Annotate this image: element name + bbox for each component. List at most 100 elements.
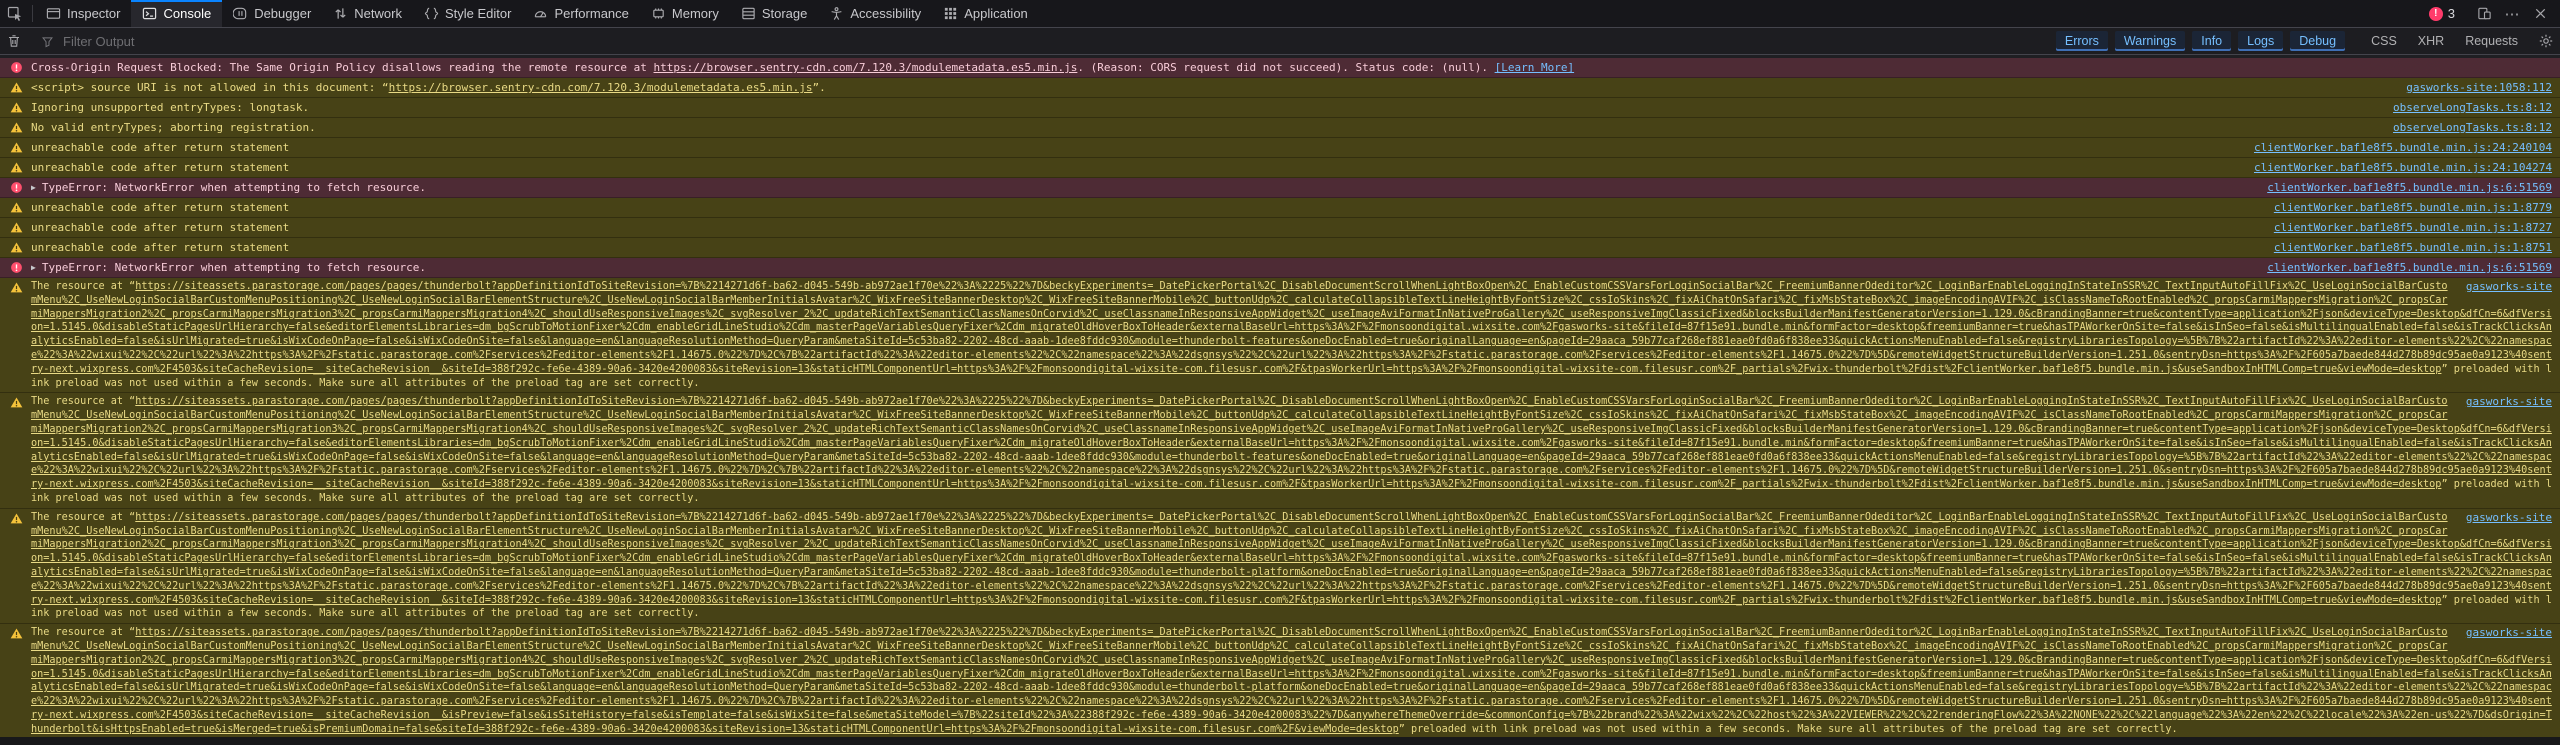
message-text-part: The resource at “	[31, 281, 136, 292]
filter-button-info[interactable]: Info	[2192, 31, 2232, 51]
clear-console-button[interactable]	[0, 33, 28, 49]
message-url-link[interactable]: https://siteassets.parastorage.com/pages…	[31, 512, 2552, 606]
console-settings-button[interactable]	[2532, 33, 2560, 49]
message-text-part: unreachable code after return statement	[31, 241, 290, 254]
console-message-warning: Ignoring unsupported entryTypes: longtas…	[0, 98, 2560, 118]
error-icon	[10, 61, 23, 74]
warning-icon	[10, 627, 23, 640]
filter-button-logs[interactable]: Logs	[2238, 31, 2284, 51]
tab-console[interactable]: Console	[131, 0, 223, 27]
source-location-link[interactable]: clientWorker.baf1e8f5.bundle.min.js:6:51…	[2267, 260, 2552, 275]
application-icon	[943, 6, 958, 21]
message-text: TypeError: NetworkError when attempting …	[42, 260, 2249, 275]
warning-icon	[10, 161, 23, 174]
source-location-link[interactable]: clientWorker.baf1e8f5.bundle.min.js:1:87…	[2274, 240, 2552, 255]
source-location-link[interactable]: gasworks-site:1058:112	[2406, 80, 2552, 95]
close-devtools-button[interactable]	[2526, 6, 2554, 21]
console-message-warning: No valid entryTypes; aborting registrati…	[0, 118, 2560, 138]
source-location-link[interactable]: gasworks-site	[2466, 511, 2552, 525]
message-url-link[interactable]: https://browser.sentry-cdn.com/7.120.3/m…	[389, 81, 813, 94]
responsive-design-icon	[2477, 7, 2491, 20]
filter-output-input[interactable]	[61, 32, 2049, 50]
meatball-menu-icon: ⋯	[2504, 5, 2520, 23]
tab-application[interactable]: Application	[932, 0, 1039, 27]
console-message-error: Cross-Origin Request Blocked: The Same O…	[0, 58, 2560, 78]
message-text: TypeError: NetworkError when attempting …	[42, 180, 2249, 195]
filter-button-requests[interactable]: Requests	[2458, 31, 2525, 51]
filter-button-css[interactable]: CSS	[2364, 31, 2404, 51]
warning-icon	[10, 101, 23, 114]
network-icon	[333, 6, 348, 21]
tab-label: Application	[964, 6, 1028, 21]
message-url-link[interactable]: https://siteassets.parastorage.com/pages…	[31, 627, 2552, 735]
memory-icon	[651, 6, 666, 21]
meatball-menu-button[interactable]: ⋯	[2498, 5, 2526, 23]
close-icon	[2535, 8, 2545, 19]
source-location-link[interactable]: gasworks-site	[2466, 280, 2552, 294]
tab-network[interactable]: Network	[322, 0, 413, 27]
pick-element-button[interactable]	[0, 0, 30, 27]
message-text-part: The resource at “	[31, 396, 136, 408]
tab-accessibility[interactable]: Accessibility	[818, 0, 932, 27]
console-message-warning: unreachable code after return statement c…	[0, 218, 2560, 238]
tab-label: Style Editor	[444, 6, 512, 21]
tab-label: Console	[163, 6, 212, 21]
warning-icon	[10, 141, 23, 154]
tab-inspector[interactable]: Inspector	[35, 0, 131, 27]
console-message-warning: gasworks-site The resource at “https://si…	[0, 393, 2560, 509]
source-location-link[interactable]: clientWorker.baf1e8f5.bundle.min.js:1:87…	[2274, 200, 2552, 215]
tab-label: Storage	[761, 6, 808, 21]
filter-funnel-icon	[42, 36, 53, 47]
warning-icon	[10, 221, 23, 234]
tab-performance[interactable]: Performance	[522, 0, 639, 27]
expand-arrow-icon[interactable]: ▶	[31, 260, 36, 275]
filter-button-debug[interactable]: Debug	[2290, 31, 2346, 51]
debugger-icon	[233, 6, 248, 21]
source-location-link[interactable]: clientWorker.baf1e8f5.bundle.min.js:24:2…	[2254, 140, 2552, 155]
message-url-link[interactable]: https://siteassets.parastorage.com/pages…	[31, 396, 2552, 490]
tab-label: Network	[354, 6, 402, 21]
source-location-link[interactable]: clientWorker.baf1e8f5.bundle.min.js:24:1…	[2254, 160, 2552, 175]
expand-arrow-icon[interactable]: ▶	[31, 180, 36, 195]
tab-label: Debugger	[254, 6, 312, 21]
tab-debugger[interactable]: Debugger	[222, 0, 322, 27]
message-text: unreachable code after return statement	[31, 240, 2256, 255]
learn-more-link[interactable]: [Learn More]	[1495, 61, 1574, 74]
responsive-design-mode-button[interactable]	[2470, 6, 2498, 21]
pick-element-icon	[7, 6, 22, 21]
devtools-toolbar: Inspector Console Debugger Network Style Edi…	[0, 0, 2560, 28]
style-editor-icon	[424, 6, 439, 21]
source-location-link[interactable]: clientWorker.baf1e8f5.bundle.min.js:1:87…	[2274, 220, 2552, 235]
tab-style-editor[interactable]: Style Editor	[413, 0, 522, 27]
console-message-warning: unreachable code after return statement c…	[0, 158, 2560, 178]
message-text: <script> source URI is not allowed in th…	[31, 80, 2388, 95]
message-text-part: unreachable code after return statement	[31, 221, 290, 234]
message-text: gasworks-site The resource at “https://si…	[31, 511, 2552, 621]
source-location-link[interactable]: gasworks-site	[2466, 626, 2552, 640]
toolbar-right: ! 3 ⋯	[2419, 0, 2560, 27]
console-input-row[interactable]	[0, 737, 2560, 745]
error-count-badge[interactable]: ! 3	[2419, 6, 2465, 21]
warning-icon	[10, 281, 23, 294]
toolbar-separator	[32, 5, 33, 22]
filter-button-warnings[interactable]: Warnings	[2114, 31, 2186, 51]
toolbar-tabs: Inspector Console Debugger Network Style Edi…	[35, 0, 1039, 27]
message-text: gasworks-site The resource at “https://si…	[31, 395, 2552, 505]
performance-icon	[533, 6, 548, 21]
source-location-link[interactable]: clientWorker.baf1e8f5.bundle.min.js:6:51…	[2267, 180, 2552, 195]
message-text: No valid entryTypes; aborting registrati…	[31, 120, 2375, 135]
console-icon	[142, 6, 157, 21]
source-location-link[interactable]: observeLongTasks.ts:8:12	[2393, 120, 2552, 135]
source-location-link[interactable]: gasworks-site	[2466, 395, 2552, 409]
message-text-part: <script> source URI is not allowed in th…	[31, 81, 389, 94]
tab-storage[interactable]: Storage	[730, 0, 819, 27]
source-location-link[interactable]: observeLongTasks.ts:8:12	[2393, 100, 2552, 115]
message-url-link[interactable]: https://siteassets.parastorage.com/pages…	[31, 281, 2552, 375]
message-text: gasworks-site The resource at “https://si…	[31, 280, 2552, 390]
message-text-part: No valid entryTypes; aborting registrati…	[31, 121, 316, 134]
message-text-part: . (Reason: CORS request did not succeed)…	[1077, 61, 1495, 74]
filter-button-xhr[interactable]: XHR	[2411, 31, 2451, 51]
tab-memory[interactable]: Memory	[640, 0, 730, 27]
filter-button-errors[interactable]: Errors	[2055, 31, 2108, 51]
message-url-link[interactable]: https://browser.sentry-cdn.com/7.120.3/m…	[654, 61, 1078, 74]
